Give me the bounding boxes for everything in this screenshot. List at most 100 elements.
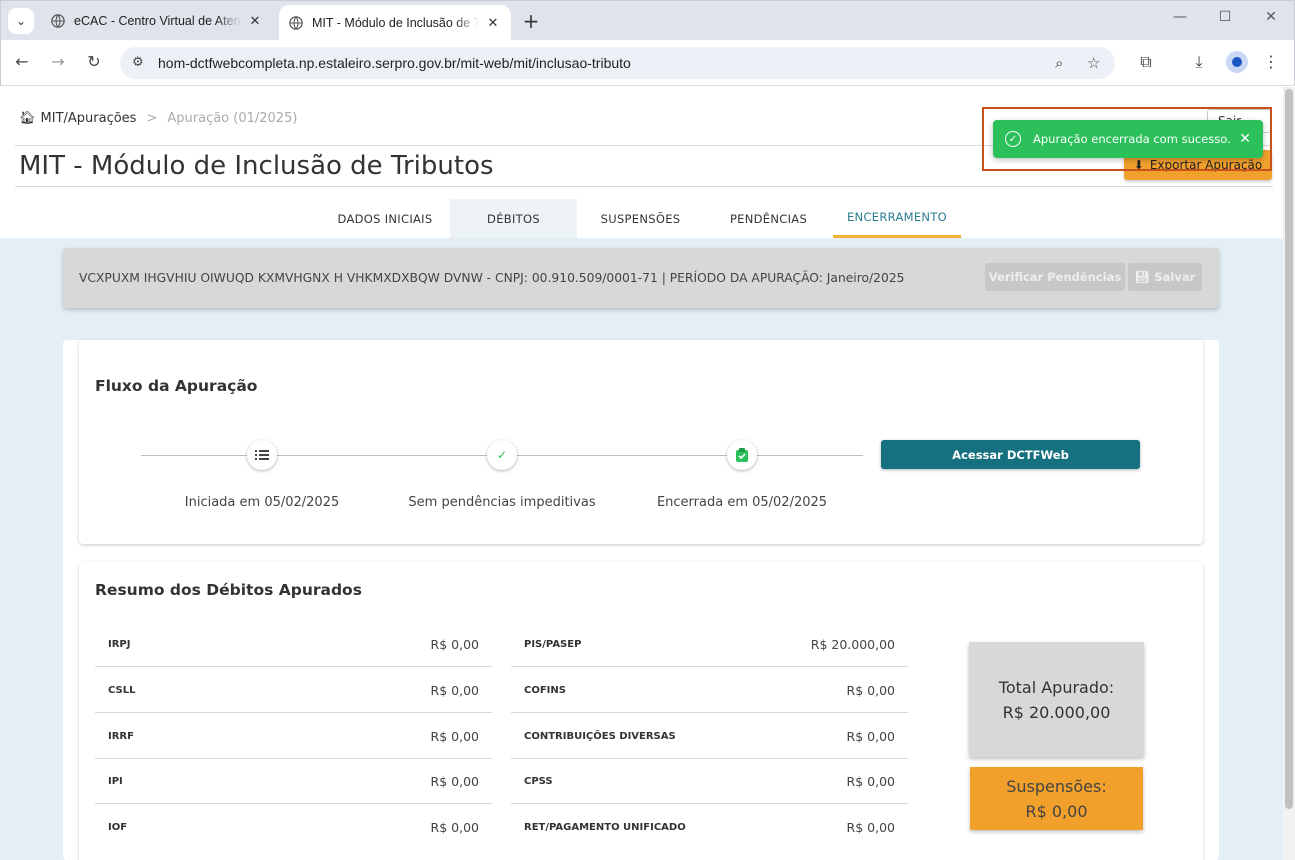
debit-label: IRRF [108, 731, 134, 742]
tab-suspensoes[interactable]: SUSPENSÕES [578, 199, 703, 238]
toast-message: Apuração encerrada com sucesso. [1033, 132, 1231, 146]
debit-row: CONTRIBUIÇÕES DIVERSAS R$ 0,00 [511, 714, 908, 759]
window-close-icon[interactable]: ✕ [1259, 9, 1283, 25]
flow-step-label: Sem pendências impeditivas [408, 495, 596, 510]
save-label: Salvar [1154, 270, 1196, 284]
tab-search-button[interactable]: ⌄ [8, 8, 34, 34]
debit-label: IOF [108, 822, 128, 833]
more-menu-icon[interactable]: ⋮ [1260, 52, 1282, 71]
verify-pending-button[interactable]: Verificar Pendências [985, 263, 1125, 291]
debit-value: R$ 0,00 [846, 774, 895, 789]
flow-panel: Fluxo da Apuração ✓ Iniciada em 05/02/20… [79, 340, 1203, 544]
debit-value: R$ 0,00 [430, 729, 479, 744]
access-label: Acessar DCTFWeb [952, 447, 1069, 462]
home-icon[interactable]: 🏠︎ [19, 111, 36, 126]
zoom-icon[interactable]: ⌕ [1055, 54, 1063, 72]
verify-label: Verificar Pendências [988, 270, 1122, 284]
flow-title: Fluxo da Apuração [95, 377, 258, 395]
close-icon[interactable]: ✕ [485, 16, 501, 31]
debit-row: COFINS R$ 0,00 [511, 668, 908, 713]
success-toast: ✓ Apuração encerrada com sucesso. ✕ [993, 120, 1263, 158]
browser-tab-ecac[interactable]: eCAC - Centro Virtual de Atendimento ✕ [41, 6, 273, 36]
page-scrollbar[interactable] [1283, 87, 1295, 860]
debit-row: IOF R$ 0,00 [95, 805, 492, 850]
chevron-down-icon: ⌄ [15, 14, 27, 28]
debit-value: R$ 0,00 [430, 683, 479, 698]
scrollbar-thumb[interactable] [1285, 89, 1293, 809]
debit-value: R$ 20.000,00 [810, 637, 895, 652]
address-bar[interactable]: ⚙ hom-dctfwebcompleta.np.estaleiro.serpr… [120, 47, 1115, 79]
debit-label: COFINS [524, 685, 566, 696]
tab-debitos[interactable]: DÉBITOS [450, 199, 577, 238]
reload-icon[interactable]: ↻ [84, 52, 104, 71]
total-value: R$ 20.000,00 [1002, 702, 1111, 722]
tab-dados-iniciais[interactable]: DADOS INICIAIS [323, 199, 447, 238]
debit-label: IRPJ [108, 639, 131, 650]
tab-label: DÉBITOS [487, 211, 540, 226]
access-dctfweb-button[interactable]: Acessar DCTFWeb [881, 440, 1140, 469]
debit-row: IPI R$ 0,00 [95, 759, 492, 804]
debit-row: RET/PAGAMENTO UNIFICADO R$ 0,00 [511, 805, 908, 850]
clipboard-check-icon [727, 440, 757, 470]
forward-arrow-icon[interactable]: → [48, 52, 68, 71]
debit-value: R$ 0,00 [430, 820, 479, 835]
divider [15, 186, 1273, 187]
browser-tabstrip: ⌄ eCAC - Centro Virtual de Atendimento ✕… [0, 0, 1295, 41]
browser-toolbar: ← → ↻ ⚙ hom-dctfwebcompleta.np.estaleiro… [0, 40, 1295, 86]
susp-label: Suspensões: [1006, 776, 1107, 796]
tab-bar: DADOS INICIAIS DÉBITOS SUSPENSÕES PENDÊN… [0, 199, 1283, 238]
debit-row: CSLL R$ 0,00 [95, 668, 492, 713]
debit-label: CPSS [524, 776, 553, 787]
tab-title: eCAC - Centro Virtual de Atendimento [74, 14, 241, 28]
summary-panel: Resumo dos Débitos Apurados IRPJ R$ 0,00… [79, 562, 1203, 860]
suspensoes-box: Suspensões: R$ 0,00 [970, 767, 1143, 830]
tab-pendencias[interactable]: PENDÊNCIAS [705, 199, 832, 238]
apuracao-info-bar: VCXPUXM IHGVHIU OIWUQD KXMVHGNX H VHKMXD… [63, 248, 1219, 308]
globe-icon [289, 16, 303, 30]
breadcrumb-current: Apuração (01/2025) [167, 111, 298, 126]
debit-value: R$ 0,00 [846, 820, 895, 835]
tab-encerramento[interactable]: ENCERRAMENTO [833, 199, 961, 238]
susp-value: R$ 0,00 [1025, 801, 1088, 821]
debit-label: IPI [108, 776, 123, 787]
url-text[interactable]: hom-dctfwebcompleta.np.estaleiro.serpro.… [158, 55, 631, 71]
extensions-icon[interactable]: ⧉ [1135, 52, 1157, 72]
debit-row: CPSS R$ 0,00 [511, 759, 908, 804]
browser-tab-mit[interactable]: MIT - Módulo de Inclusão de Tributos ✕ [279, 5, 511, 41]
tab-title: MIT - Módulo de Inclusão de Tributos [312, 16, 479, 30]
total-apurado-box: Total Apurado: R$ 20.000,00 [969, 642, 1144, 757]
minimize-icon[interactable]: — [1168, 9, 1192, 25]
download-icon[interactable]: ⤓ [1188, 52, 1210, 72]
breadcrumb-home[interactable]: MIT/Apurações [41, 111, 137, 126]
debit-row: PIS/PASEP R$ 20.000,00 [511, 622, 908, 667]
save-icon: 💾︎ [1134, 270, 1150, 284]
list-icon [247, 440, 277, 470]
check-icon: ✓ [487, 440, 517, 470]
main-card: Fluxo da Apuração ✓ Iniciada em 05/02/20… [63, 340, 1219, 860]
close-icon[interactable]: ✕ [247, 14, 263, 29]
profile-avatar[interactable] [1226, 51, 1248, 73]
debit-label: PIS/PASEP [524, 639, 582, 650]
site-settings-icon[interactable]: ⚙ [132, 55, 144, 70]
page-title: MIT - Módulo de Inclusão de Tributos [19, 151, 494, 181]
globe-icon [51, 14, 65, 28]
tab-label: DADOS INICIAIS [337, 211, 433, 226]
back-arrow-icon[interactable]: ← [12, 52, 32, 71]
debit-label: RET/PAGAMENTO UNIFICADO [524, 822, 686, 833]
flow-step-label: Iniciada em 05/02/2025 [184, 495, 340, 510]
flow-step-label: Encerrada em 05/02/2025 [656, 495, 828, 510]
debit-value: R$ 0,00 [846, 683, 895, 698]
page: 🏠︎ MIT/Apurações > Apuração (01/2025) MI… [0, 87, 1283, 860]
star-icon[interactable]: ☆ [1087, 54, 1100, 72]
debit-label: CSLL [108, 685, 136, 696]
save-button[interactable]: 💾︎ Salvar [1128, 263, 1202, 291]
check-circle-icon: ✓ [1005, 131, 1021, 147]
maximize-icon[interactable]: ☐ [1213, 9, 1237, 25]
debit-value: R$ 0,00 [430, 774, 479, 789]
breadcrumb: 🏠︎ MIT/Apurações > Apuração (01/2025) [19, 111, 297, 126]
new-tab-plus-icon[interactable]: + [520, 9, 542, 33]
close-icon[interactable]: ✕ [1239, 131, 1251, 147]
debit-value: R$ 0,00 [846, 729, 895, 744]
tab-label: PENDÊNCIAS [729, 211, 808, 226]
apuracao-info-text: VCXPUXM IHGVHIU OIWUQD KXMVHGNX H VHKMXD… [79, 271, 905, 285]
